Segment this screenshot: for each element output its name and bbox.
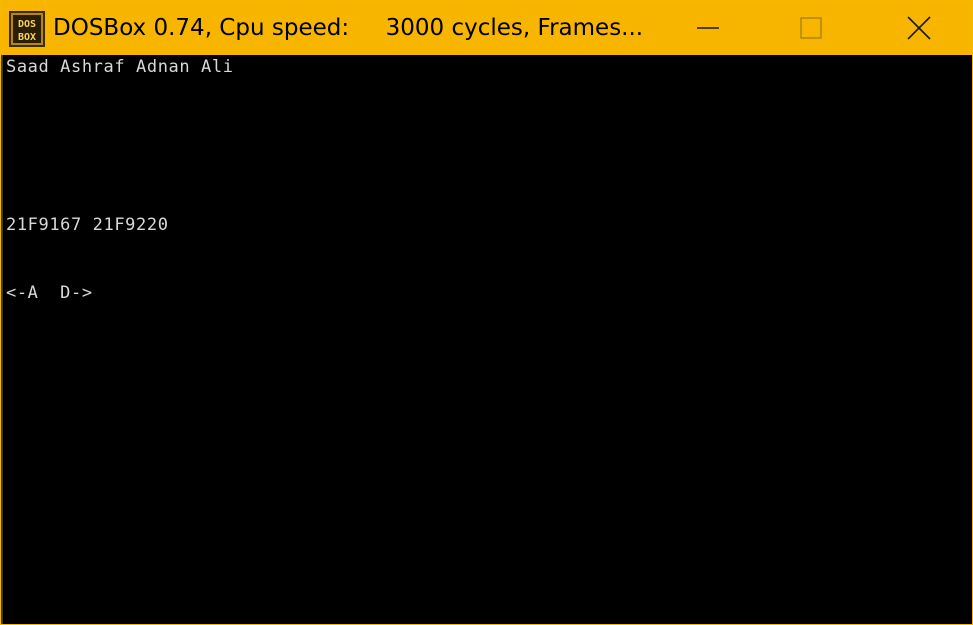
names-text: Saad Ashraf Adnan Ali [6,57,234,77]
student-ids-text: 21F9167 21F9220 [6,215,169,235]
minimize-icon [697,27,719,29]
svg-text:BOX: BOX [18,32,36,43]
window-title: DOSBox 0.74, Cpu speed: 3000 cycles, Fra… [53,15,644,41]
close-icon [907,16,931,40]
dos-screen[interactable]: Saad Ashraf Adnan Ali 21F9167 21F9220 <-… [1,55,972,624]
dosbox-icon: DOS BOX [9,11,45,47]
svg-text:DOS: DOS [18,19,36,30]
maximize-button[interactable] [777,1,845,55]
close-button[interactable] [885,1,953,55]
dosbox-window: DOS BOX DOSBox 0.74, Cpu speed: 3000 cyc… [0,0,973,625]
controls-hint-text: <-A D-> [6,283,93,303]
title-bar[interactable]: DOS BOX DOSBox 0.74, Cpu speed: 3000 cyc… [1,1,972,55]
minimize-button[interactable] [674,1,742,55]
maximize-icon [800,17,822,39]
